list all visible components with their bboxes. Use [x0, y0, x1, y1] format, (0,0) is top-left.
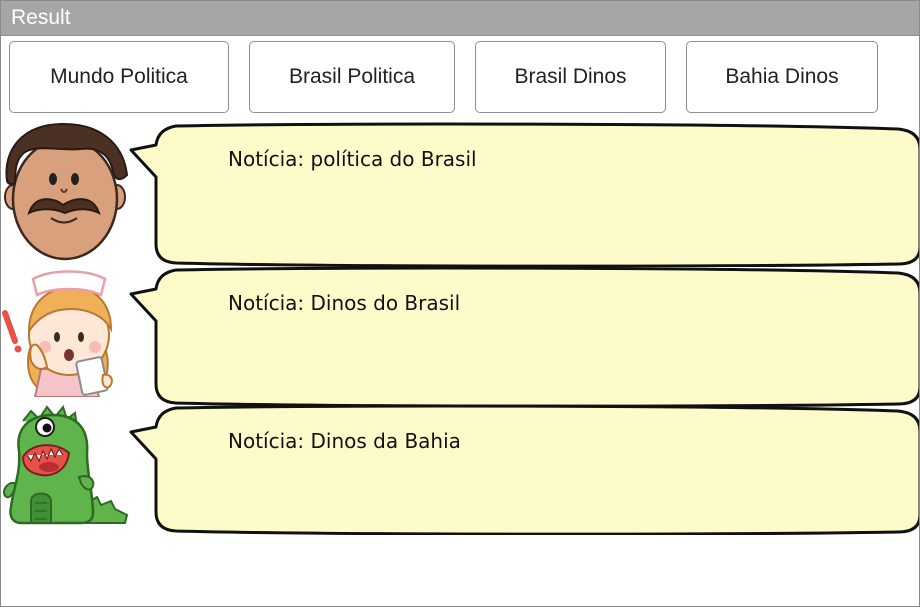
speech-bubble	[129, 122, 919, 267]
bahia-dinos-button[interactable]: Bahia Dinos	[686, 41, 878, 113]
message-row: Notícia: Dinos da Bahia	[1, 403, 919, 535]
nurse-girl-icon	[2, 270, 113, 397]
result-frame: Result Mundo Politica Brasil Politica Br…	[0, 0, 920, 607]
brasil-politica-button[interactable]: Brasil Politica	[249, 41, 455, 113]
message-row: Notícia: Dinos do Brasil	[1, 265, 919, 407]
result-titlebar: Result	[1, 1, 919, 36]
message-text: Notícia: Dinos da Bahia	[228, 429, 461, 453]
result-title: Result	[11, 6, 71, 29]
message-row: Notícia: política do Brasil	[1, 121, 919, 267]
message-text: Notícia: Dinos do Brasil	[228, 291, 461, 315]
speech-bubble	[129, 404, 919, 535]
brasil-dinos-button[interactable]: Brasil Dinos	[475, 41, 666, 113]
message-text: Notícia: política do Brasil	[228, 147, 477, 171]
speech-bubble	[129, 266, 919, 407]
green-dino-icon	[3, 404, 129, 525]
mundo-politica-button[interactable]: Mundo Politica	[9, 41, 229, 113]
mustache-man-icon	[4, 122, 129, 261]
